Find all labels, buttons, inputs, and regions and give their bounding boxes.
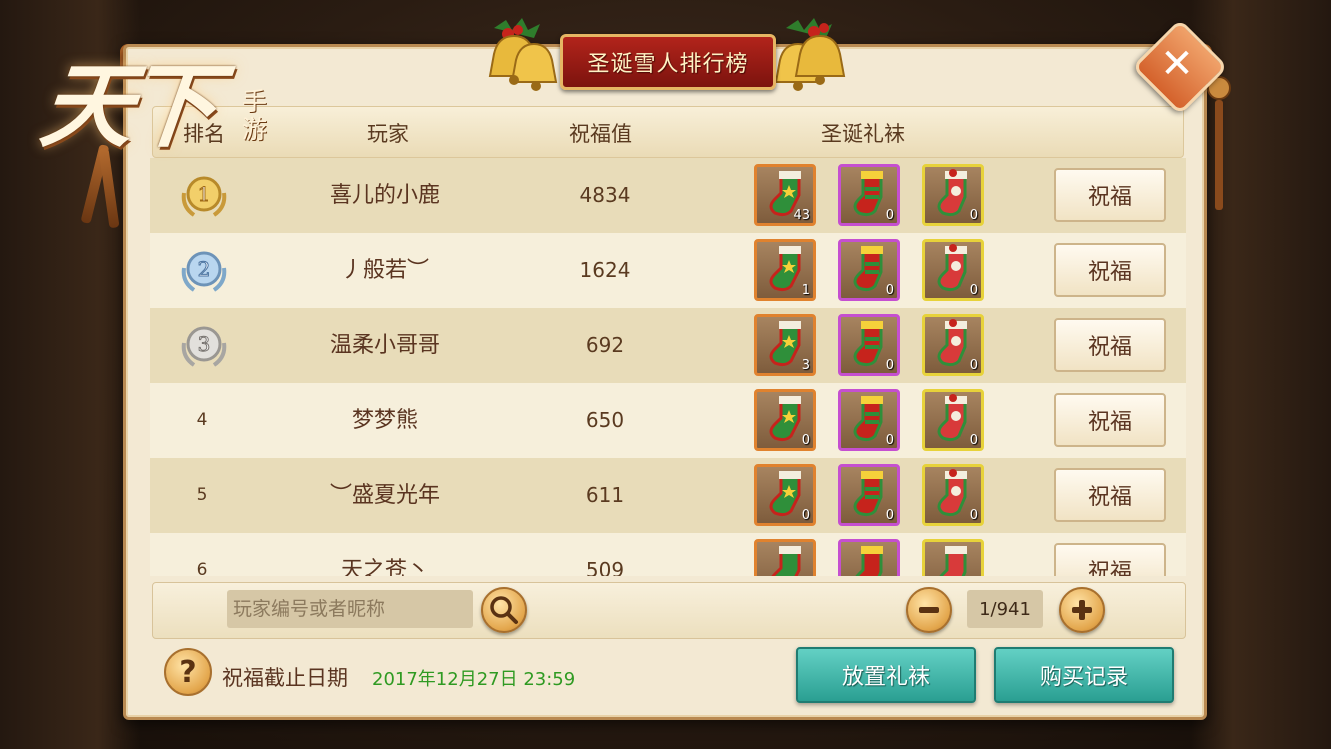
header-score: 祝福值 <box>569 122 632 146</box>
bless-score: 1624 <box>579 258 631 282</box>
sock-slot-green[interactable]: 0 <box>754 464 816 526</box>
search-button[interactable] <box>481 587 527 633</box>
sock-slot-gold[interactable]: 0 <box>922 464 984 526</box>
place-socks-button[interactable]: 放置礼袜 <box>796 647 976 703</box>
sock-slot-green[interactable] <box>754 539 816 576</box>
bless-score: 509 <box>585 558 625 576</box>
table-row: 5 ︶盛夏光年 611 0 0 0 祝福 <box>150 458 1186 533</box>
sock-slot-purple[interactable]: 0 <box>838 239 900 301</box>
sock-slot-green[interactable]: 1 <box>754 239 816 301</box>
page-indicator: 1/941 <box>967 590 1043 628</box>
bless-button[interactable]: 祝福 <box>1054 393 1166 447</box>
rank-number: 4 <box>196 410 208 430</box>
sock-icon <box>855 546 883 576</box>
table-row: 3 温柔小哥哥 692 3 0 0 祝福 <box>150 308 1186 383</box>
deadline-label: 祝福截止日期 <box>222 666 348 690</box>
header-player: 玩家 <box>367 122 409 146</box>
bless-button[interactable]: 祝福 <box>1054 243 1166 297</box>
player-name: 丿般若︶ <box>340 258 429 283</box>
sock-count: 0 <box>969 508 978 523</box>
plus-icon <box>1072 600 1092 620</box>
sock-count: 0 <box>969 208 978 223</box>
game-logo: 天下 手游 <box>36 32 282 232</box>
bless-score: 4834 <box>579 183 631 207</box>
sock-slot-green[interactable]: 43 <box>754 164 816 226</box>
prev-page-button[interactable] <box>906 587 952 633</box>
sock-icon <box>939 546 967 576</box>
close-icon[interactable]: ✕ <box>1146 33 1208 95</box>
sock-slot-purple[interactable]: 0 <box>838 464 900 526</box>
minus-icon <box>919 607 939 613</box>
sock-slot-gold[interactable]: 0 <box>922 389 984 451</box>
sock-count: 0 <box>969 433 978 448</box>
sock-slot-purple[interactable]: 0 <box>838 389 900 451</box>
player-name: 温柔小哥哥 <box>329 333 440 358</box>
bless-score: 611 <box>585 483 625 507</box>
sock-slot-purple[interactable]: 0 <box>838 164 900 226</box>
player-name: 梦梦熊 <box>351 408 418 433</box>
bell-icon <box>774 18 846 91</box>
help-icon[interactable]: ? <box>164 648 212 696</box>
next-page-button[interactable] <box>1059 587 1105 633</box>
medal-blue-icon: 2 <box>181 251 227 292</box>
svg-text:2: 2 <box>198 257 211 281</box>
logo-sub-text: 手游 <box>242 87 268 144</box>
purchase-record-button[interactable]: 购买记录 <box>994 647 1174 703</box>
sock-count: 0 <box>801 508 810 523</box>
svg-text:3: 3 <box>198 332 211 356</box>
sock-count: 0 <box>885 433 894 448</box>
deadline-value: 2017年12月27日 23:59 <box>372 669 576 690</box>
sock-slot-green[interactable]: 0 <box>754 389 816 451</box>
bless-score: 650 <box>585 408 625 432</box>
header-socks: 圣诞礼袜 <box>821 122 905 146</box>
player-name: 天之苍丶 <box>340 558 429 576</box>
search-icon <box>490 596 518 624</box>
sock-count: 0 <box>969 283 978 298</box>
sock-slot-gold[interactable] <box>922 539 984 576</box>
logo-main-text: 天下 <box>35 52 215 160</box>
ranking-list[interactable]: 1 喜儿的小鹿 4834 43 0 0 祝福 2 丿般若︶ 1624 1 0 0… <box>150 158 1186 576</box>
sock-slot-gold[interactable]: 0 <box>922 314 984 376</box>
table-row: 1 喜儿的小鹿 4834 43 0 0 祝福 <box>150 158 1186 233</box>
table-row: 6 天之苍丶 509 祝福 <box>150 533 1186 576</box>
sock-slot-gold[interactable]: 0 <box>922 164 984 226</box>
window-title: 圣诞雪人排行榜 <box>587 52 749 77</box>
sock-count: 1 <box>801 283 810 298</box>
sock-slot-purple[interactable]: 0 <box>838 314 900 376</box>
sock-slot-gold[interactable]: 0 <box>922 239 984 301</box>
medal-silver-icon: 3 <box>181 326 227 367</box>
sock-count: 0 <box>885 358 894 373</box>
rank-number: 5 <box>196 485 208 505</box>
sock-count: 0 <box>969 358 978 373</box>
bless-button[interactable]: 祝福 <box>1054 168 1166 222</box>
table-header: 排名 玩家 祝福值 圣诞礼袜 <box>152 106 1184 158</box>
title-plaque: 圣诞雪人排行榜 <box>560 34 776 90</box>
bless-button[interactable]: 祝福 <box>1054 468 1166 522</box>
side-ornament <box>1207 76 1231 210</box>
sock-slot-purple[interactable] <box>838 539 900 576</box>
bless-button[interactable]: 祝福 <box>1054 318 1166 372</box>
sock-count: 0 <box>801 433 810 448</box>
sock-count: 43 <box>793 208 810 223</box>
table-row: 4 梦梦熊 650 0 0 0 祝福 <box>150 383 1186 458</box>
sock-slot-green[interactable]: 3 <box>754 314 816 376</box>
bell-icon <box>488 18 558 91</box>
table-row: 2 丿般若︶ 1624 1 0 0 祝福 <box>150 233 1186 308</box>
sock-count: 3 <box>801 358 810 373</box>
rank-number: 6 <box>196 560 208 576</box>
sock-count: 0 <box>885 208 894 223</box>
player-name: ︶盛夏光年 <box>329 483 440 508</box>
player-name: 喜儿的小鹿 <box>329 183 440 208</box>
sock-count: 0 <box>885 508 894 523</box>
sock-icon <box>771 546 801 576</box>
bless-button[interactable]: 祝福 <box>1054 543 1166 576</box>
bless-score: 692 <box>585 333 625 357</box>
sock-count: 0 <box>885 283 894 298</box>
search-input[interactable] <box>227 590 473 628</box>
